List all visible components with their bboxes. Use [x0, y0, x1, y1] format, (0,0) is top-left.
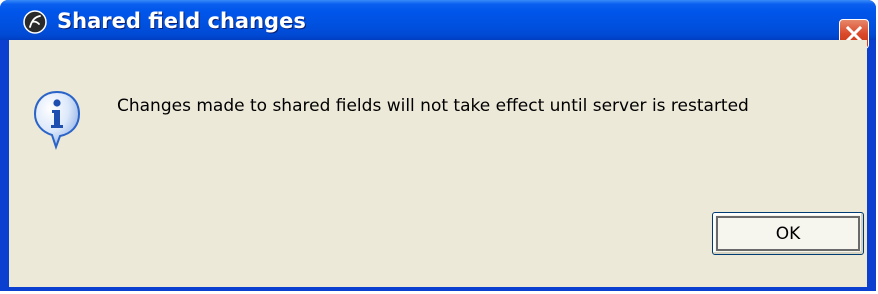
dialog-window: Shared field changes Changes made to sha…	[0, 0, 876, 291]
dialog-title: Shared field changes	[57, 9, 306, 33]
dialog-message: Changes made to shared fields will not t…	[117, 96, 749, 116]
information-icon	[32, 89, 82, 151]
ok-button-label: OK	[716, 216, 860, 251]
dialog-body: Changes made to shared fields will not t…	[9, 40, 867, 287]
ok-button[interactable]: OK	[712, 212, 864, 255]
title-bar[interactable]: Shared field changes	[0, 0, 876, 40]
app-logo-icon	[23, 10, 47, 34]
